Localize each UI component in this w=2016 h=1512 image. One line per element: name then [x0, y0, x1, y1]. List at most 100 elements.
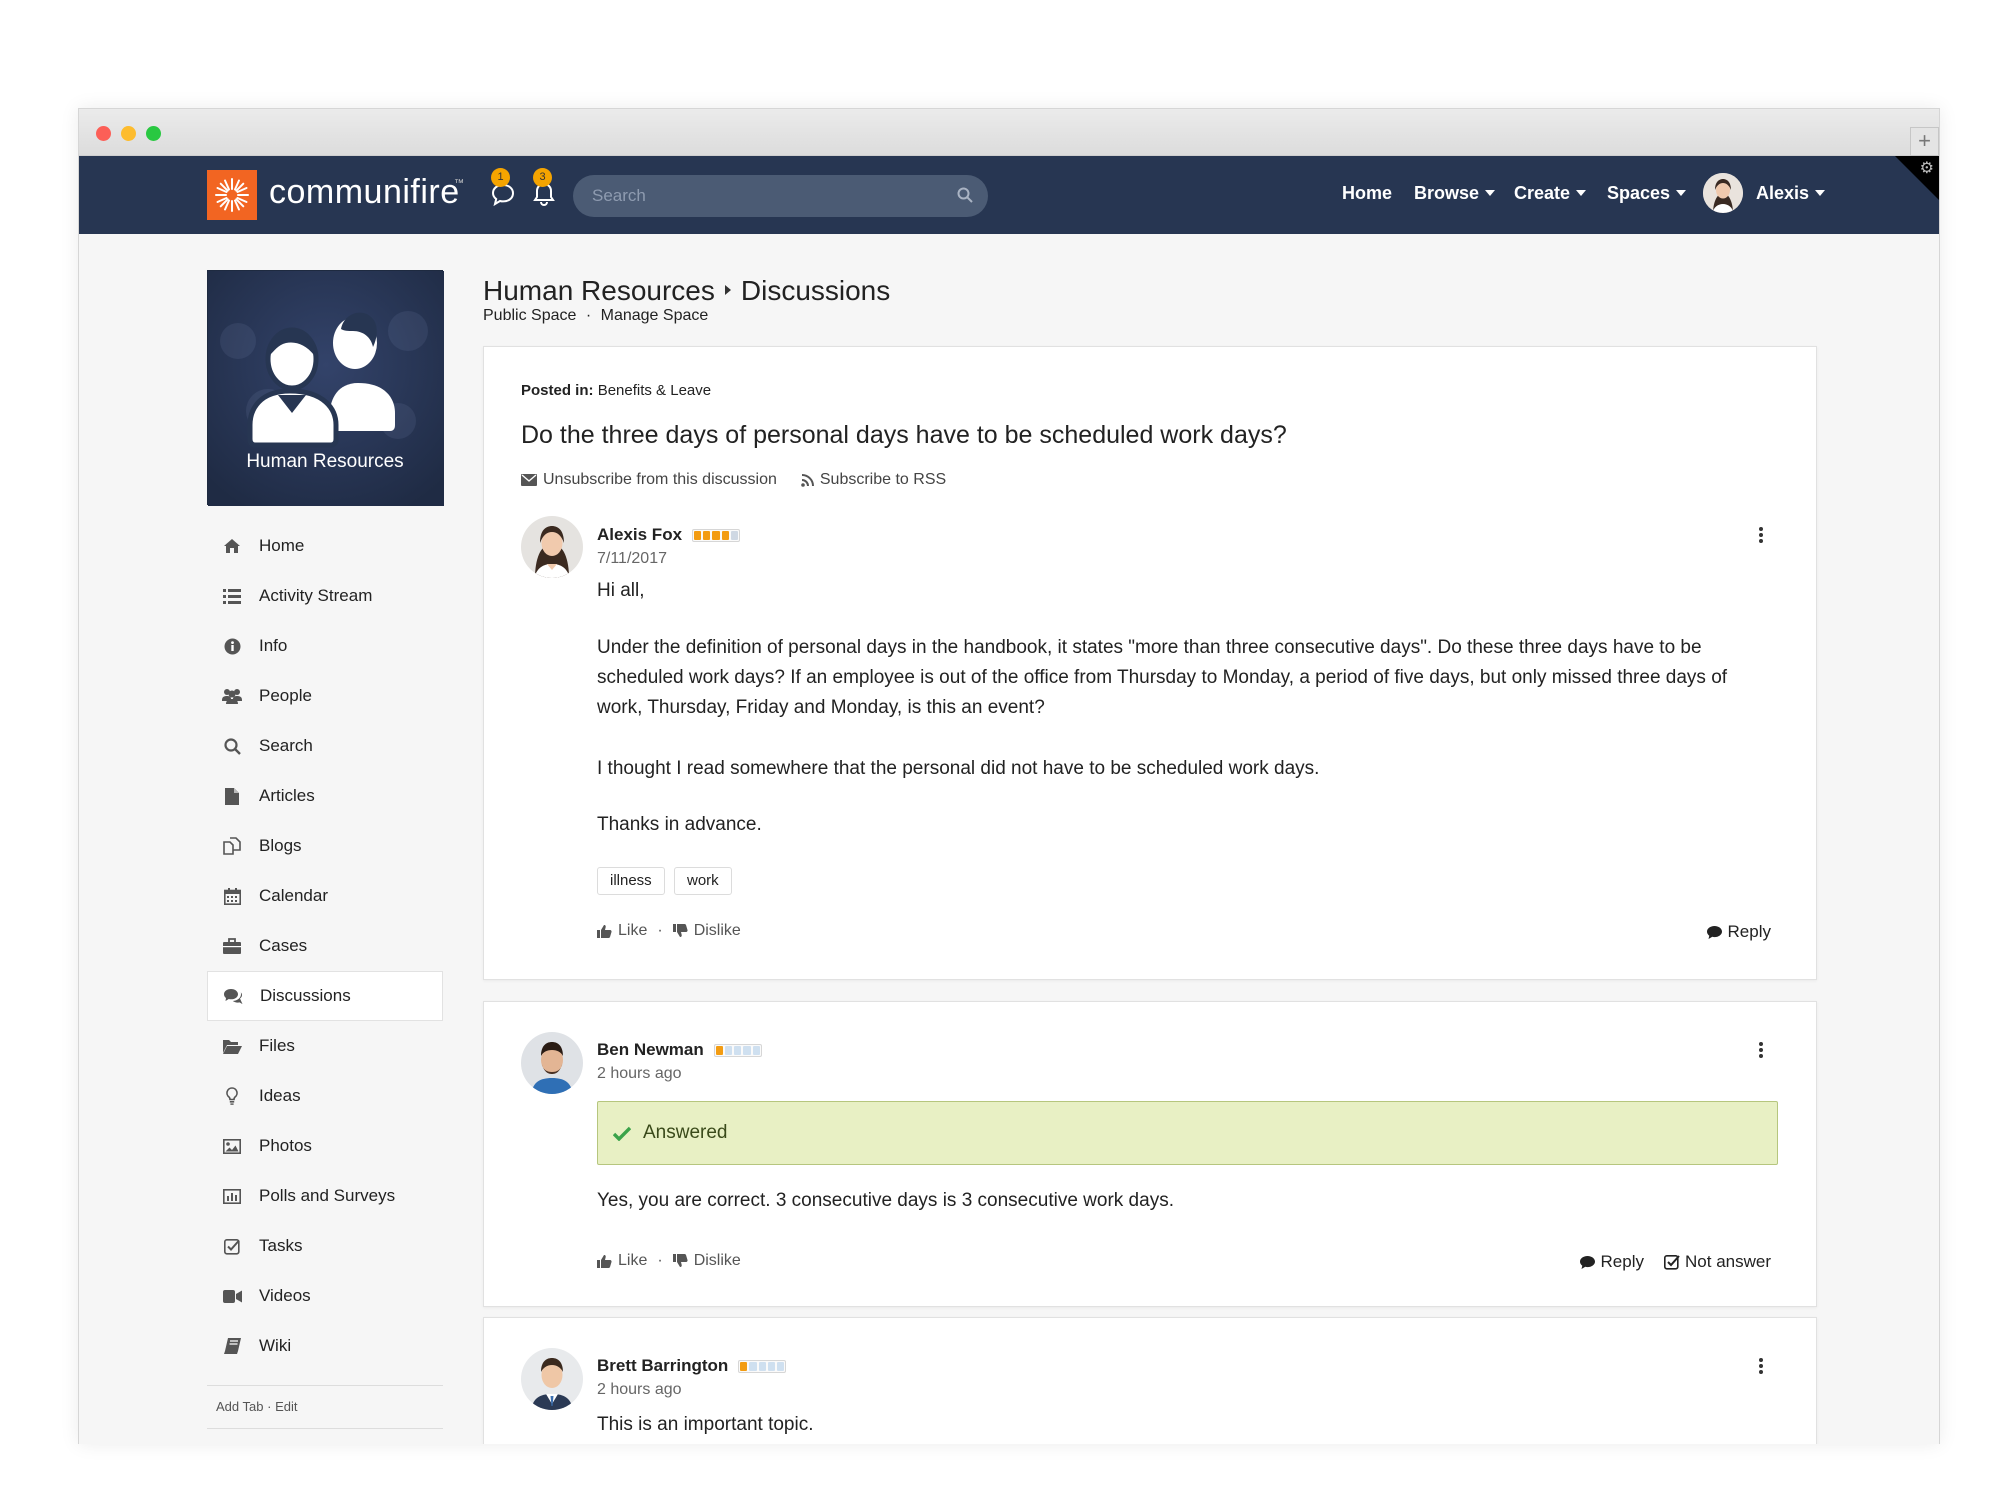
close-window-button[interactable] [96, 126, 111, 141]
sidebar-item-wiki[interactable]: Wiki [207, 1321, 443, 1371]
breadcrumb-section[interactable]: Discussions [741, 275, 890, 306]
author-avatar[interactable] [521, 1032, 583, 1094]
minimize-window-button[interactable] [121, 126, 136, 141]
sidebar-item-ideas[interactable]: Ideas [207, 1071, 443, 1121]
maximize-window-button[interactable] [146, 126, 161, 141]
unsubscribe-link[interactable]: Unsubscribe from this discussion [543, 471, 777, 489]
sidebar-item-label: Blogs [259, 836, 302, 855]
reply-card: Ben Newman 2 hours ago Answered Yes, you… [483, 1001, 1817, 1307]
sidebar-item-cases[interactable]: Cases [207, 921, 443, 971]
author-link[interactable]: Brett Barrington [597, 1356, 728, 1376]
more-options-icon[interactable] [1759, 527, 1763, 545]
reply-label: Reply [1600, 1252, 1644, 1271]
author-avatar[interactable] [521, 516, 583, 578]
browser-window: + communifire ™ 1 3 Search Home Browse C… [78, 108, 1940, 1444]
answered-label: Answered [643, 1122, 728, 1143]
checkmark-icon [613, 1126, 631, 1141]
space-sub-links: Public Space · Manage Space [483, 307, 708, 325]
not-answer-label: Not answer [1685, 1252, 1771, 1271]
file-icon [222, 786, 242, 806]
sidebar-item-polls-and-surveys[interactable]: Polls and Surveys [207, 1171, 443, 1221]
reply-card: Brett Barrington 2 hours ago This is an … [483, 1317, 1817, 1444]
manage-space-link[interactable]: Manage Space [601, 307, 709, 324]
sidebar-item-label: Calendar [259, 886, 328, 905]
like-button[interactable]: Like [618, 922, 647, 940]
reply-button[interactable]: Reply [1579, 1252, 1644, 1272]
sidebar-item-info[interactable]: Info [207, 621, 443, 671]
reply-button[interactable]: Reply [1706, 922, 1771, 942]
public-space-label: Public Space [483, 307, 577, 324]
post-date: 7/11/2017 [597, 550, 667, 567]
sidebar-item-tasks[interactable]: Tasks [207, 1221, 443, 1271]
actions-separator: · [657, 1252, 663, 1269]
search-input[interactable] [573, 175, 988, 217]
space-card[interactable]: Human Resources [207, 270, 444, 506]
not-answer-button[interactable]: Not answer [1664, 1252, 1771, 1272]
sidebar-item-activity-stream[interactable]: Activity Stream [207, 571, 443, 621]
author-link[interactable]: Alexis Fox [597, 525, 682, 545]
add-tab-link[interactable]: Add Tab [216, 1399, 263, 1414]
chevron-right-icon [724, 285, 731, 295]
gear-icon[interactable]: ⚙ [1920, 158, 1934, 178]
sidebar-item-photos[interactable]: Photos [207, 1121, 443, 1171]
more-options-icon[interactable] [1759, 1358, 1763, 1376]
sidebar-item-home[interactable]: Home [207, 521, 443, 571]
thumbs-up-icon [597, 1254, 612, 1268]
like-button[interactable]: Like [618, 1252, 647, 1270]
rss-icon [801, 473, 814, 487]
user-name: Alexis [1756, 183, 1810, 203]
checkbox-icon [222, 1236, 242, 1256]
author-avatar[interactable] [521, 1348, 583, 1410]
sidebar-item-people[interactable]: People [207, 671, 443, 721]
sidebar-item-label: Home [259, 536, 305, 555]
search-icon[interactable] [957, 187, 973, 208]
comments-icon [223, 986, 243, 1006]
user-menu[interactable]: Alexis [1756, 183, 1826, 204]
category-link[interactable]: Benefits & Leave [598, 382, 711, 399]
dislike-button[interactable]: Dislike [694, 922, 741, 940]
sidebar-item-articles[interactable]: Articles [207, 771, 443, 821]
brand-name[interactable]: communifire [269, 173, 460, 212]
chevron-down-icon [1485, 190, 1496, 196]
edit-tabs-link[interactable]: Edit [275, 1399, 297, 1414]
sidebar-item-blogs[interactable]: Blogs [207, 821, 443, 871]
tag-illness[interactable]: illness [597, 867, 665, 895]
sidebar-item-label: People [259, 686, 312, 705]
tag-work[interactable]: work [674, 867, 732, 895]
info-icon [222, 636, 242, 656]
sidebar-item-label: Cases [259, 936, 308, 955]
lightbulb-icon [222, 1086, 242, 1106]
subscribe-rss-link[interactable]: Subscribe to RSS [820, 471, 946, 489]
post-paragraph: I thought I read somewhere that the pers… [597, 758, 1320, 779]
sidebar-item-files[interactable]: Files [207, 1021, 443, 1071]
communifire-logo-icon[interactable] [207, 170, 257, 220]
dislike-button[interactable]: Dislike [694, 1252, 741, 1270]
new-tab-icon[interactable]: + [1910, 127, 1939, 156]
reply-text: This is an important topic. [597, 1414, 814, 1435]
nav-spaces-menu[interactable]: Spaces [1607, 183, 1687, 204]
sidebar-item-discussions[interactable]: Discussions [207, 971, 443, 1021]
rank-badge [738, 1359, 787, 1373]
sidebar-item-search[interactable]: Search [207, 721, 443, 771]
brand-trademark: ™ [454, 178, 464, 189]
author-name: Ben Newman [597, 1040, 762, 1060]
subscription-actions: Unsubscribe from this discussion Subscri… [521, 471, 946, 489]
nav-create-menu[interactable]: Create [1514, 183, 1587, 204]
nav-home-link[interactable]: Home [1342, 183, 1392, 204]
author-name: Alexis Fox [597, 525, 741, 545]
user-avatar[interactable] [1703, 173, 1743, 213]
more-options-icon[interactable] [1759, 1042, 1763, 1060]
reply-label: Reply [1727, 922, 1771, 941]
sidebar-item-label: Search [259, 736, 313, 755]
reply-actions: Like · Dislike [597, 1252, 741, 1270]
messages-badge: 1 [491, 168, 510, 187]
sidebar-item-videos[interactable]: Videos [207, 1271, 443, 1321]
breadcrumb-space[interactable]: Human Resources [483, 275, 715, 306]
nav-create-label: Create [1514, 183, 1571, 203]
post-date: 2 hours ago [597, 1381, 682, 1398]
author-link[interactable]: Ben Newman [597, 1040, 704, 1060]
nav-browse-menu[interactable]: Browse [1414, 183, 1496, 204]
space-name: Human Resources [246, 451, 404, 472]
sidebar-item-calendar[interactable]: Calendar [207, 871, 443, 921]
list-icon [222, 586, 242, 606]
